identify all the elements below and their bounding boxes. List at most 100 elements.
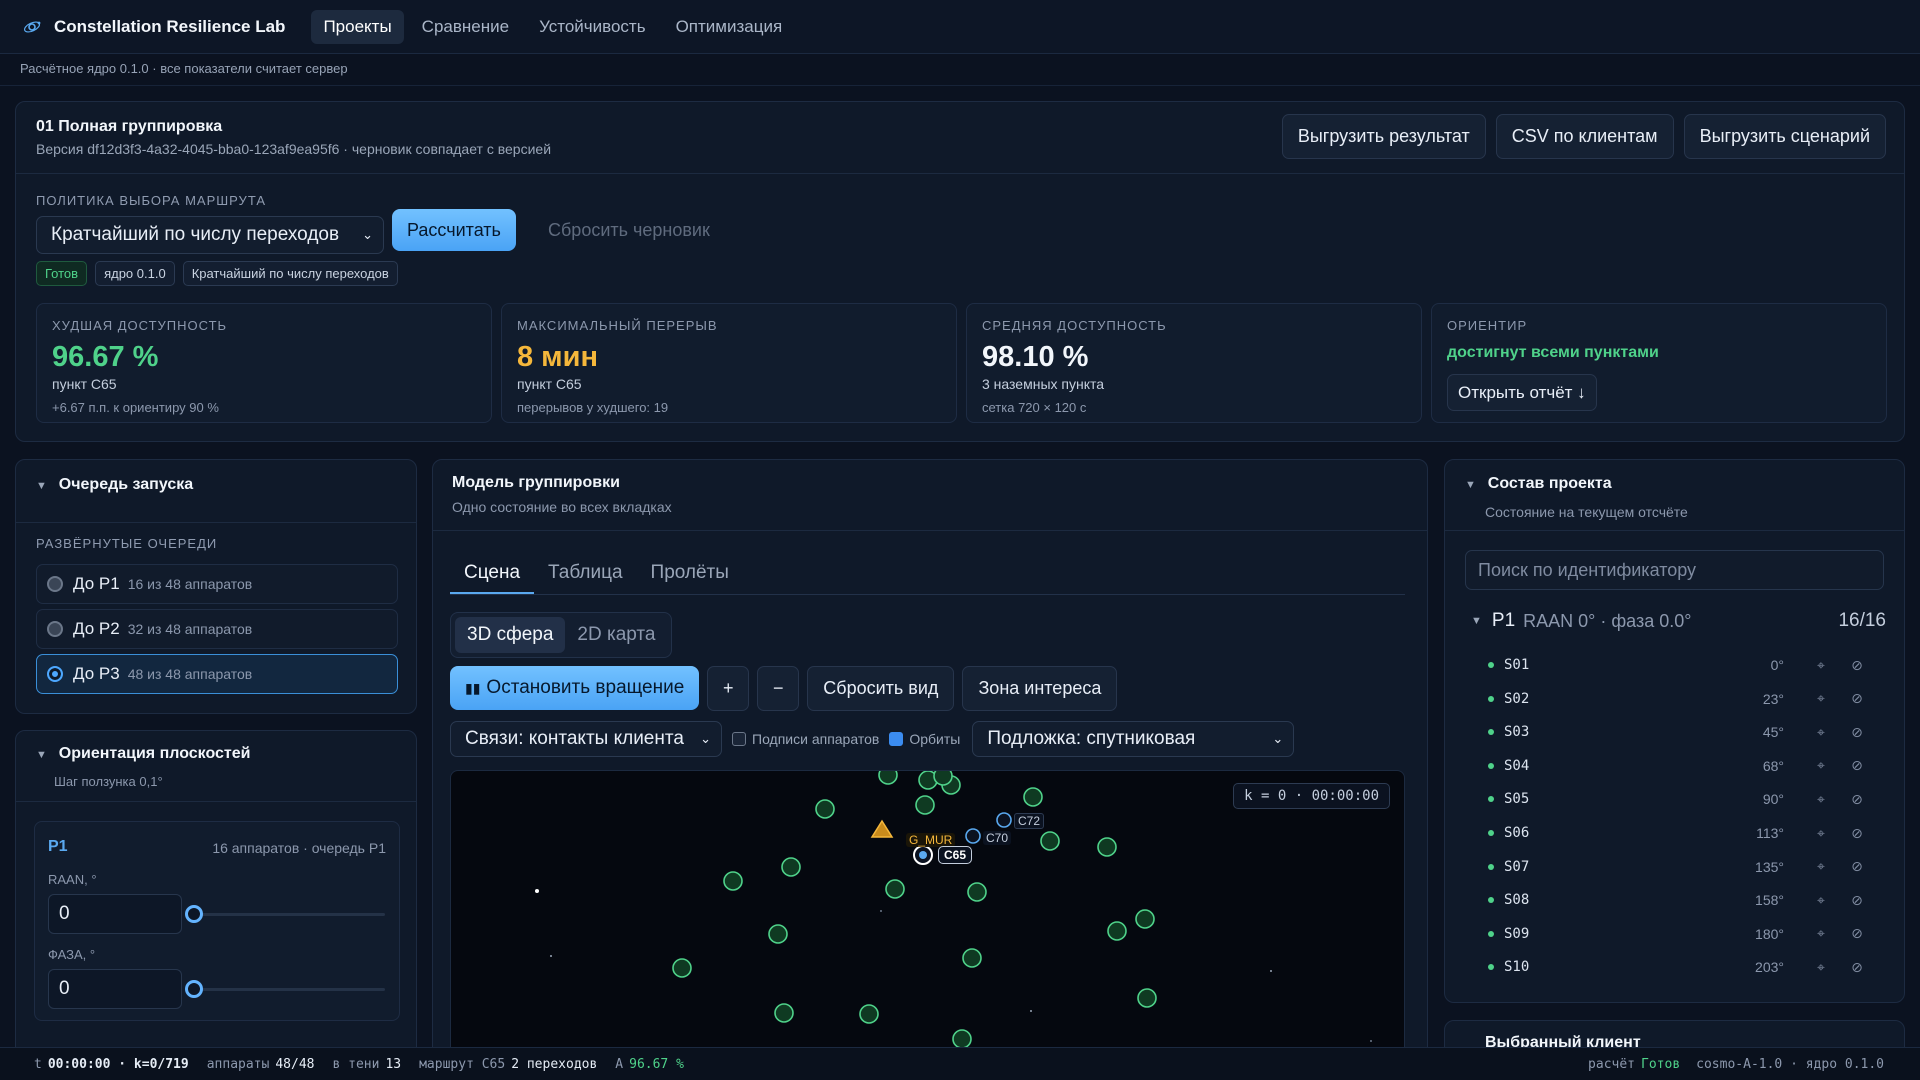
satellite-icon[interactable] [967,882,987,902]
phase-slider-handle[interactable] [185,980,203,998]
disable-satellite-icon[interactable]: ⊘ [1846,724,1868,741]
satellite-icon[interactable] [1097,837,1117,857]
tab-passes[interactable]: Пролёты [637,554,743,594]
satellite-row[interactable]: S08 158° ⌖ ⊘ [1488,890,1868,910]
satellite-row[interactable]: S06 113° ⌖ ⊘ [1488,823,1868,843]
view-3d-sphere[interactable]: 3D сфера [455,617,566,653]
satellite-icon[interactable] [933,771,953,786]
locate-icon[interactable]: ⌖ [1810,825,1832,842]
export-scenario-button[interactable]: Выгрузить сценарий [1683,114,1886,159]
satellite-row[interactable]: S03 45° ⌖ ⊘ [1488,722,1868,742]
satellite-row[interactable]: S07 135° ⌖ ⊘ [1488,857,1868,877]
client-c72-icon[interactable] [996,812,1012,828]
satellite-icon[interactable] [878,771,898,785]
satellite-icon[interactable] [723,871,743,891]
satellite-icon[interactable] [859,1004,879,1024]
calculate-button[interactable]: Рассчитать [392,209,516,251]
locate-icon[interactable]: ⌖ [1810,657,1832,674]
plane-info: 16 аппаратов · очередь P1 [212,840,386,856]
scene-viewport[interactable]: G_MUR C65 C70 C72 k = 0 · 00:00:00 [450,770,1405,1050]
locate-icon[interactable]: ⌖ [1810,959,1832,976]
nav-tab-projects[interactable]: Проекты [311,9,404,44]
stop-rotation-button[interactable]: ▮▮ Остановить вращение [450,666,700,710]
queue-item-p1[interactable]: До P1 16 из 48 аппаратов [36,564,398,604]
disable-satellite-icon[interactable]: ⊘ [1846,757,1868,774]
nav-tab-optimization[interactable]: Оптимизация [664,10,795,44]
nav-tab-compare[interactable]: Сравнение [410,10,521,44]
search-input[interactable]: Поиск по идентификатору [1465,550,1884,590]
raan-slider-track[interactable] [189,913,385,916]
queue-item-p3[interactable]: До P3 48 из 48 аппаратов [36,654,398,694]
brand[interactable]: Constellation Resilience Lab [22,17,285,37]
disable-satellite-icon[interactable]: ⊘ [1846,657,1868,674]
route-policy-select[interactable]: Кратчайший по числу переходов ⌄ [36,216,384,254]
raan-slider-handle[interactable] [185,905,203,923]
disable-satellite-icon[interactable]: ⊘ [1846,858,1868,875]
orientation-header[interactable]: ▼ Ориентация плоскостей [36,745,251,763]
reset-view-button[interactable]: Сбросить вид [807,666,955,711]
plane-group-header[interactable]: ▼ P1 RAAN 0° · фаза 0.0° 16/16 [1471,610,1886,632]
satellite-row[interactable]: S10 203° ⌖ ⊘ [1488,957,1868,977]
satellite-icon[interactable] [1137,988,1157,1008]
client-c70-icon[interactable] [965,828,981,844]
zoom-in-button[interactable]: + [707,666,750,711]
satellite-icon[interactable] [915,795,935,815]
locate-icon[interactable]: ⌖ [1810,925,1832,942]
satellite-icon[interactable] [962,948,982,968]
locate-icon[interactable]: ⌖ [1810,791,1832,808]
zoom-out-button[interactable]: − [757,666,800,711]
open-report-button[interactable]: Открыть отчёт ↓ [1447,374,1597,411]
locate-icon[interactable]: ⌖ [1810,757,1832,774]
reset-draft-button[interactable]: Сбросить черновик [548,220,710,241]
disable-satellite-icon[interactable]: ⊘ [1846,925,1868,942]
tab-scene[interactable]: Сцена [450,554,535,594]
basemap-select[interactable]: Подложка: спутниковая ⌄ [972,721,1295,757]
tab-table[interactable]: Таблица [534,554,637,594]
disable-satellite-icon[interactable]: ⊘ [1846,791,1868,808]
roi-button[interactable]: Зона интереса [962,666,1118,711]
raan-input[interactable]: 0 [48,894,182,934]
satellite-icon[interactable] [952,1029,972,1049]
satellite-icon[interactable] [885,879,905,899]
composition-header[interactable]: ▼ Состав проекта [1465,475,1612,493]
satellite-row[interactable]: S02 23° ⌖ ⊘ [1488,689,1868,709]
labels-checkbox[interactable]: Подписи аппаратов [732,731,879,747]
queue-item-p2[interactable]: До P2 32 из 48 аппаратов [36,609,398,649]
nav-tab-resilience[interactable]: Устойчивость [527,10,658,44]
disable-satellite-icon[interactable]: ⊘ [1846,959,1868,976]
satellite-row[interactable]: S01 0° ⌖ ⊘ [1488,655,1868,675]
disable-satellite-icon[interactable]: ⊘ [1846,825,1868,842]
locate-icon[interactable]: ⌖ [1810,724,1832,741]
links-select[interactable]: Связи: контакты клиента ⌄ [450,721,722,757]
satellite-row[interactable]: S05 90° ⌖ ⊘ [1488,789,1868,809]
phase-input[interactable]: 0 [48,969,182,1009]
ground-station-icon[interactable] [870,819,894,838]
queue-title: Очередь запуска [58,476,194,493]
satellite-icon[interactable] [815,799,835,819]
satellite-icon[interactable] [781,857,801,877]
satellite-icon[interactable] [672,958,692,978]
disable-satellite-icon[interactable]: ⊘ [1846,690,1868,707]
kpi-value: 96.67 % [52,341,159,373]
locate-icon[interactable]: ⌖ [1810,690,1832,707]
orbits-checkbox[interactable]: Орбиты [889,731,960,747]
disable-satellite-icon[interactable]: ⊘ [1846,892,1868,909]
view-2d-map[interactable]: 2D карта [565,617,667,653]
satellite-row[interactable]: S04 68° ⌖ ⊘ [1488,756,1868,776]
csv-clients-button[interactable]: CSV по клиентам [1495,114,1674,159]
satellite-icon[interactable] [774,1003,794,1023]
satellite-row[interactable]: S09 180° ⌖ ⊘ [1488,924,1868,944]
scene-canvas[interactable] [451,771,1405,1050]
satellite-icon[interactable] [1135,909,1155,929]
kpi-max-gap: МАКСИМАЛЬНЫЙ ПЕРЕРЫВ 8 мин пункт C65 пер… [501,303,957,423]
phase-slider-track[interactable] [189,988,385,991]
satellite-icon[interactable] [768,924,788,944]
satellite-icon[interactable] [1107,921,1127,941]
route-policy-value: Кратчайший по числу переходов [51,224,340,245]
satellite-icon[interactable] [1023,787,1043,807]
locate-icon[interactable]: ⌖ [1810,858,1832,875]
export-result-button[interactable]: Выгрузить результат [1281,114,1486,159]
queue-header[interactable]: ▼ Очередь запуска [36,476,193,494]
locate-icon[interactable]: ⌖ [1810,892,1832,909]
satellite-icon[interactable] [1040,831,1060,851]
